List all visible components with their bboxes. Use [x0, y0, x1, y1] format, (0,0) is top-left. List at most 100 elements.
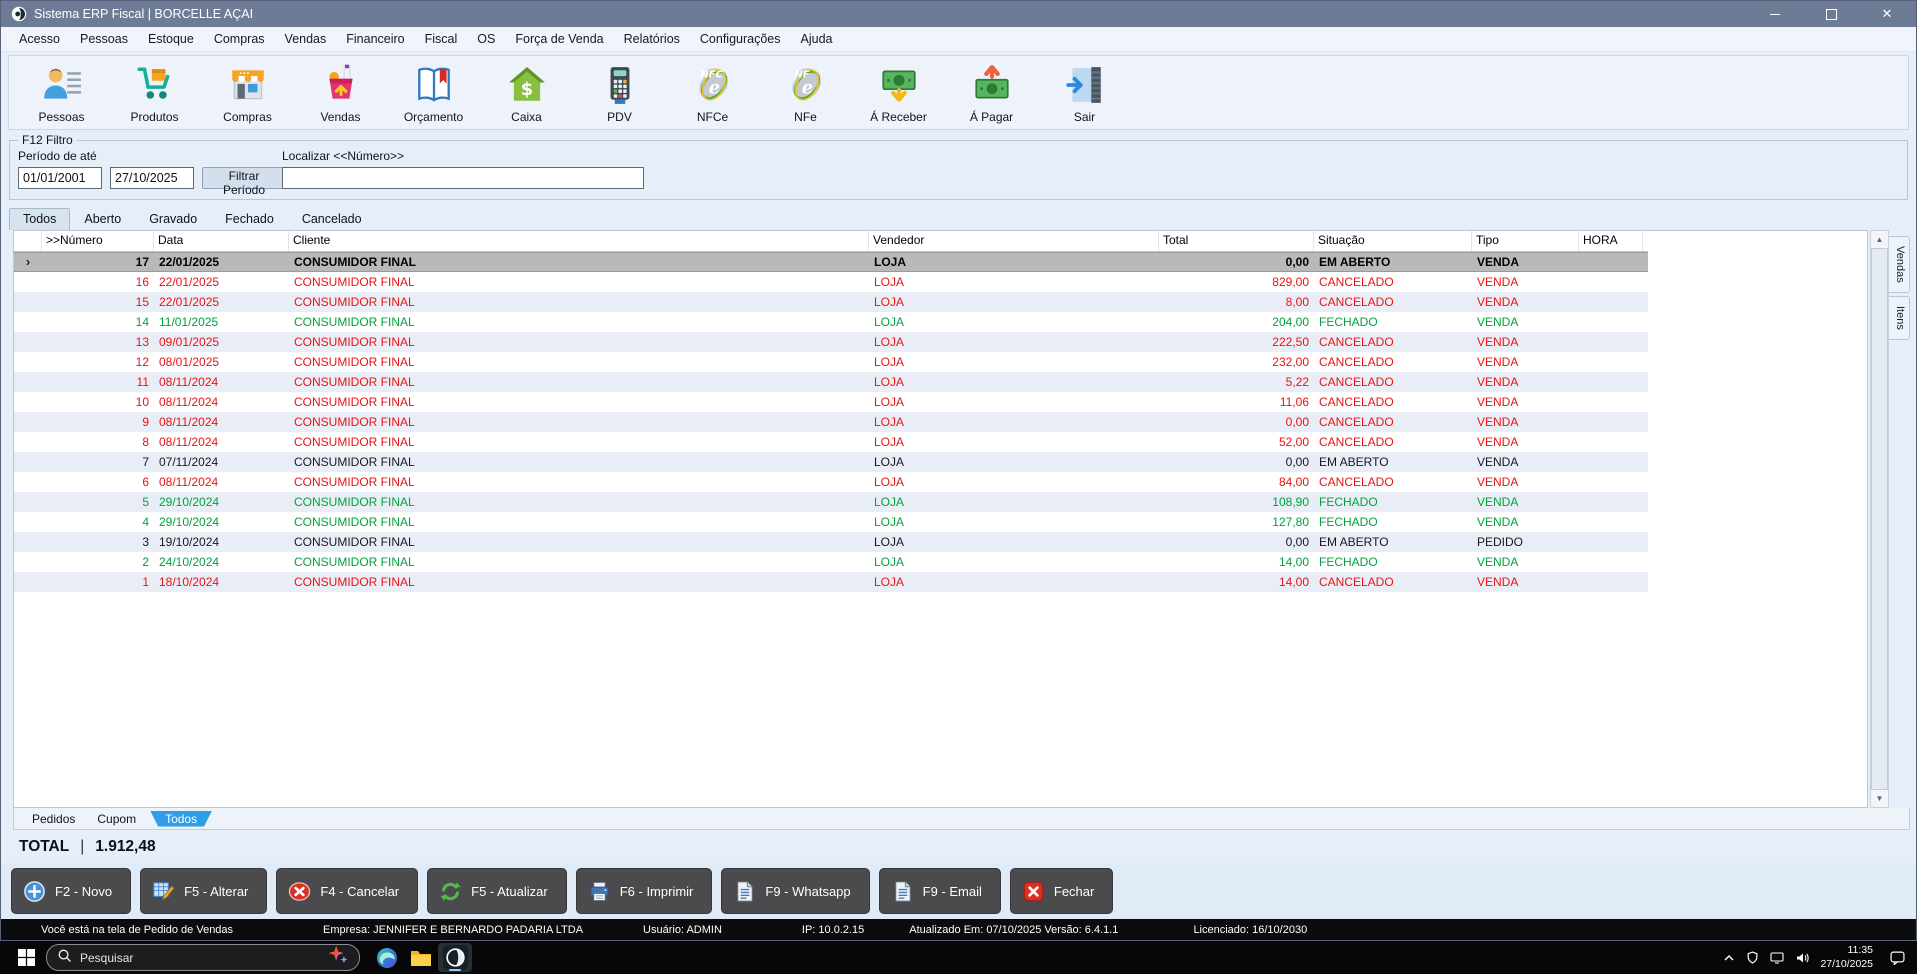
bottom-tabstrip: Pedidos Cupom Todos	[13, 808, 1910, 830]
volume-icon[interactable]	[1795, 952, 1809, 964]
tab-fechado[interactable]: Fechado	[211, 208, 288, 230]
menu-item-ajuda[interactable]: Ajuda	[791, 29, 843, 49]
locate-number-input[interactable]	[282, 167, 644, 189]
table-row[interactable]: 1309/01/2025CONSUMIDOR FINALLOJA222,50CA…	[14, 332, 1648, 352]
close-button[interactable]: ✕	[1876, 1, 1898, 27]
action-button-f9-whatsapp[interactable]: F9 - Whatsapp	[721, 868, 869, 914]
menu-item-acesso[interactable]: Acesso	[9, 29, 70, 49]
cell-total: 84,00	[1159, 472, 1314, 492]
tab-todos[interactable]: Todos	[9, 208, 70, 230]
scrollbar-thumb[interactable]	[1871, 248, 1888, 790]
clock-date: 27/10/2025	[1820, 958, 1873, 972]
toolbar-button-pdv[interactable]: PDV	[573, 63, 666, 124]
tab-aberto[interactable]: Aberto	[70, 208, 135, 230]
minimize-button[interactable]	[1764, 1, 1786, 27]
start-button[interactable]	[8, 949, 44, 966]
bottom-tab-cupom[interactable]: Cupom	[89, 811, 144, 827]
action-button-f9-email[interactable]: F9 - Email	[879, 868, 1001, 914]
toolbar-button-compras[interactable]: Compras	[201, 63, 294, 124]
table-row[interactable]: 1622/01/2025CONSUMIDOR FINALLOJA829,00CA…	[14, 272, 1648, 292]
column-header-numero[interactable]: >>Número	[42, 231, 154, 251]
date-from-input[interactable]	[18, 167, 102, 189]
menu-item-vendas[interactable]: Vendas	[275, 29, 337, 49]
table-row[interactable]: 707/11/2024CONSUMIDOR FINALLOJA0,00EM AB…	[14, 452, 1648, 472]
menu-item-relatorios[interactable]: Relatórios	[614, 29, 690, 49]
column-header-cliente[interactable]: Cliente	[289, 231, 869, 251]
table-row[interactable]: 319/10/2024CONSUMIDOR FINALLOJA0,00EM AB…	[14, 532, 1648, 552]
toolbar-label-caixa: Caixa	[511, 110, 542, 124]
column-header-vendedor[interactable]: Vendedor	[869, 231, 1159, 251]
action-button-f4-cancelar[interactable]: F4 - Cancelar	[276, 868, 418, 914]
table-row[interactable]: 1522/01/2025CONSUMIDOR FINALLOJA8,00CANC…	[14, 292, 1648, 312]
cell-data: 09/01/2025	[154, 332, 289, 352]
toolbar-button-nfe[interactable]: NFeNFe	[759, 63, 852, 124]
action-button-fechar[interactable]: Fechar	[1010, 868, 1113, 914]
edge-icon[interactable]	[370, 943, 404, 972]
filter-period-button[interactable]: Filtrar Período	[202, 167, 286, 189]
network-icon[interactable]	[1770, 952, 1784, 964]
table-row[interactable]: 908/11/2024CONSUMIDOR FINALLOJA0,00CANCE…	[14, 412, 1648, 432]
table-row[interactable]: 1008/11/2024CONSUMIDOR FINALLOJA11,06CAN…	[14, 392, 1648, 412]
table-row[interactable]: 529/10/2024CONSUMIDOR FINALLOJA108,90FEC…	[14, 492, 1648, 512]
taskbar-clock[interactable]: 11:35 27/10/2025	[1820, 944, 1873, 971]
toolbar-label-orcamento: Orçamento	[404, 110, 463, 124]
statusbar-item-4: Atualizado Em: 07/10/2025 Versão: 6.4.1.…	[909, 924, 1118, 936]
file-explorer-icon[interactable]	[404, 943, 438, 972]
toolbar-button-orcamento[interactable]: Orçamento	[387, 63, 480, 124]
taskbar-search[interactable]: Pesquisar	[46, 944, 360, 971]
column-header-data[interactable]: Data	[154, 231, 289, 251]
maximize-button[interactable]	[1820, 1, 1842, 27]
column-header-situacao[interactable]: Situação	[1314, 231, 1472, 251]
toolbar-button-sair[interactable]: Sair	[1038, 63, 1131, 124]
menu-item-pessoas[interactable]: Pessoas	[70, 29, 138, 49]
tab-gravado[interactable]: Gravado	[135, 208, 211, 230]
table-row[interactable]: 118/10/2024CONSUMIDOR FINALLOJA14,00CANC…	[14, 572, 1648, 592]
column-header-hora[interactable]: HORA	[1579, 231, 1643, 251]
date-to-input[interactable]	[110, 167, 194, 189]
menu-item-estoque[interactable]: Estoque	[138, 29, 204, 49]
table-row[interactable]: 429/10/2024CONSUMIDOR FINALLOJA127,80FEC…	[14, 512, 1648, 532]
column-header-tipo[interactable]: Tipo	[1472, 231, 1579, 251]
scroll-down-icon[interactable]: ▼	[1871, 790, 1888, 807]
side-tab-itens[interactable]: Itens	[1889, 296, 1910, 340]
toolbar-button-vendas[interactable]: Vendas	[294, 63, 387, 124]
action-button-f6-imprimir[interactable]: F6 - Imprimir	[576, 868, 713, 914]
chevron-up-icon[interactable]	[1723, 952, 1735, 964]
table-row[interactable]: 808/11/2024CONSUMIDOR FINALLOJA52,00CANC…	[14, 432, 1648, 452]
erp-app-icon[interactable]	[438, 943, 472, 972]
toolbar-button-produtos[interactable]: Produtos	[108, 63, 201, 124]
column-header-total[interactable]: Total	[1159, 231, 1314, 251]
toolbar-button-pessoas[interactable]: Pessoas	[15, 63, 108, 124]
cell-numero: 6	[42, 472, 154, 492]
scroll-up-icon[interactable]: ▲	[1871, 231, 1888, 248]
action-button-f5-alterar[interactable]: F5 - Alterar	[140, 868, 267, 914]
menu-item-os[interactable]: OS	[467, 29, 505, 49]
tab-cancelado[interactable]: Cancelado	[288, 208, 376, 230]
table-row[interactable]: 608/11/2024CONSUMIDOR FINALLOJA84,00CANC…	[14, 472, 1648, 492]
bottom-tab-pedidos[interactable]: Pedidos	[24, 811, 83, 827]
toolbar-button-nfce[interactable]: NFCeNFCe	[666, 63, 759, 124]
toolbar-button-a-pagar[interactable]: Á Pagar	[945, 63, 1038, 124]
table-row[interactable]: 224/10/2024CONSUMIDOR FINALLOJA14,00FECH…	[14, 552, 1648, 572]
table-row[interactable]: 1411/01/2025CONSUMIDOR FINALLOJA204,00FE…	[14, 312, 1648, 332]
toolbar-button-a-receber[interactable]: Á Receber	[852, 63, 945, 124]
menu-item-configuracoes[interactable]: Configurações	[690, 29, 791, 49]
table-row[interactable]: ›1722/01/2025CONSUMIDOR FINALLOJA0,00EM …	[14, 252, 1648, 272]
table-row[interactable]: 1208/01/2025CONSUMIDOR FINALLOJA232,00CA…	[14, 352, 1648, 372]
cell-data: 08/11/2024	[154, 472, 289, 492]
side-tab-vendas[interactable]: Vendas	[1889, 236, 1910, 293]
menu-item-financeiro[interactable]: Financeiro	[336, 29, 414, 49]
action-button-f5-atualizar[interactable]: F5 - Atualizar	[427, 868, 567, 914]
notification-icon[interactable]	[1890, 950, 1905, 965]
menu-item-forca-de-venda[interactable]: Força de Venda	[505, 29, 613, 49]
menu-item-fiscal[interactable]: Fiscal	[415, 29, 468, 49]
vertical-scrollbar[interactable]: ▲ ▼	[1870, 230, 1889, 808]
table-row[interactable]: 1108/11/2024CONSUMIDOR FINALLOJA5,22CANC…	[14, 372, 1648, 392]
menu-item-compras[interactable]: Compras	[204, 29, 275, 49]
copilot-icon[interactable]	[327, 944, 349, 971]
shield-icon[interactable]	[1746, 951, 1759, 964]
cell-tipo: VENDA	[1472, 272, 1579, 292]
bottom-tab-todos[interactable]: Todos	[150, 811, 212, 827]
toolbar-button-caixa[interactable]: $Caixa	[480, 63, 573, 124]
action-button-f2-novo[interactable]: F2 - Novo	[11, 868, 131, 914]
